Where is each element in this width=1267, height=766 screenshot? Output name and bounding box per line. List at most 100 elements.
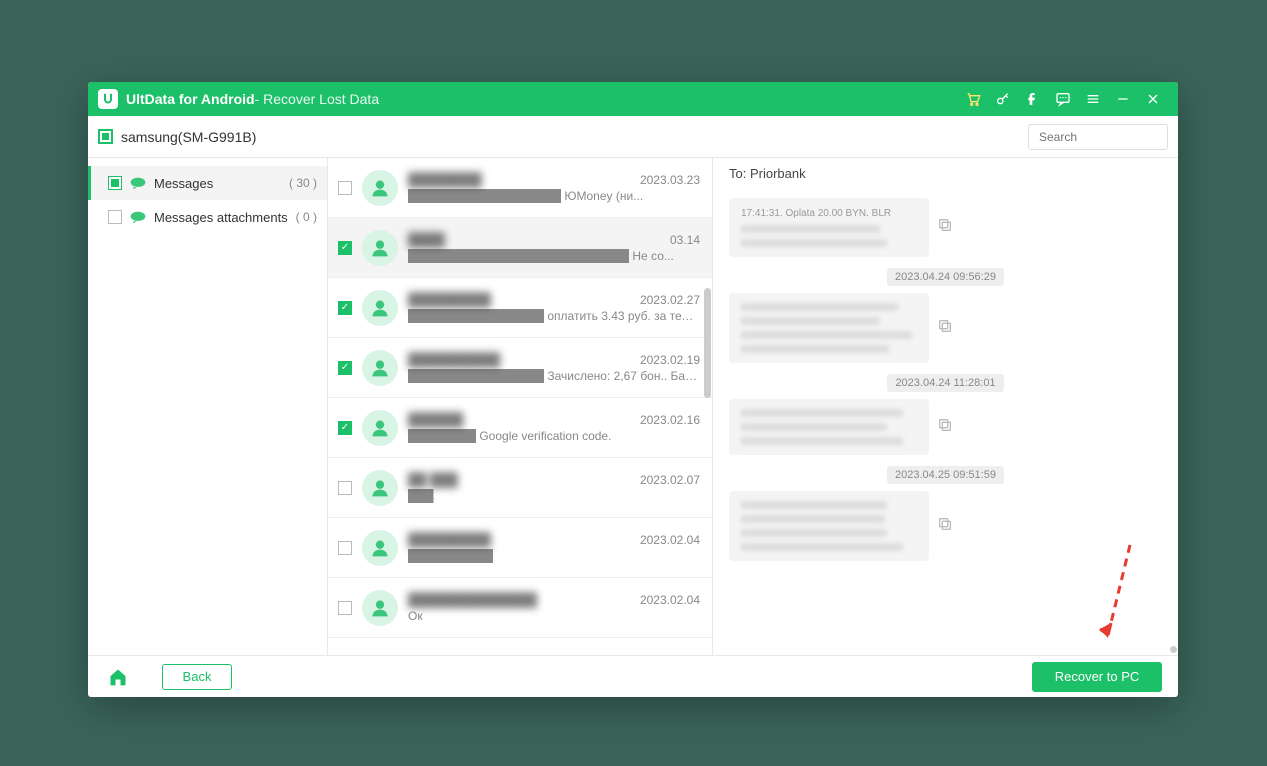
sidebar-label: Messages attachments: [154, 210, 296, 225]
sidebar-count: ( 30 ): [289, 176, 317, 190]
close-icon[interactable]: [1138, 84, 1168, 114]
conversation-item[interactable]: ██ ███ 2023.02.07 ███: [328, 458, 712, 518]
key-icon[interactable]: [988, 84, 1018, 114]
sidebar-label: Messages: [154, 176, 289, 191]
conversation-item[interactable]: ██████████████ 2023.02.04 Ок: [328, 578, 712, 638]
message-row: [729, 293, 1162, 363]
avatar-icon: [362, 290, 398, 326]
sidebar: Messages ( 30 ) Messages attachments ( 0…: [88, 158, 328, 655]
body: Messages ( 30 ) Messages attachments ( 0…: [88, 158, 1178, 655]
conversation-date: 2023.02.07: [640, 473, 700, 487]
avatar-icon: [362, 530, 398, 566]
copy-icon[interactable]: [937, 516, 953, 537]
conversation-item[interactable]: ██████████ 2023.02.19 ████████████████ Зач…: [328, 338, 712, 398]
footer: Back Recover to PC: [88, 655, 1178, 697]
sidebar-item-messages[interactable]: Messages ( 30 ): [88, 166, 327, 200]
device-name: samsung(SM-G991B): [121, 129, 256, 145]
message-row: 17:41:31. Oplata 20.00 BYN. BLR: [729, 198, 1162, 257]
conversation-item[interactable]: █████████ 2023.02.04 ██████████: [328, 518, 712, 578]
conversation-date: 2023.02.04: [640, 533, 700, 547]
copy-icon[interactable]: [937, 417, 953, 438]
conversation-checkbox[interactable]: [338, 421, 352, 435]
conversation-date: 03.14: [670, 233, 700, 247]
avatar-icon: [362, 230, 398, 266]
conversation-name: ██████: [408, 412, 463, 427]
conversation-preview: ██████████████████████████ Не со...: [408, 249, 700, 263]
minimize-icon[interactable]: [1108, 84, 1138, 114]
conversation-date: 2023.03.23: [640, 173, 700, 187]
chat-panel: To: Priorbank 17:41:31. Oplata 20.00 BYN…: [713, 158, 1178, 655]
message-row: [729, 399, 1162, 455]
conversation-list[interactable]: ████████ 2023.03.23 ██████████████████ ЮMo…: [328, 158, 713, 655]
conversation-name: █████████: [408, 292, 491, 307]
sidebar-count: ( 0 ): [296, 210, 317, 224]
conversation-checkbox[interactable]: [338, 481, 352, 495]
avatar-icon: [362, 590, 398, 626]
to-label: To:: [729, 166, 746, 181]
conversation-preview: ████████████████ Зачислено: 2,67 бон.. Б…: [408, 369, 700, 383]
chat-header: To: Priorbank: [713, 158, 1178, 190]
sidebar-checkbox[interactable]: [108, 176, 122, 190]
app-logo: [98, 89, 118, 109]
device-checkbox[interactable]: [98, 129, 113, 144]
conversation-preview: ██████████: [408, 549, 700, 563]
conversation-checkbox[interactable]: [338, 181, 352, 195]
copy-icon[interactable]: [937, 318, 953, 339]
avatar-icon: [362, 350, 398, 386]
search-box[interactable]: [1028, 124, 1168, 150]
conversation-item[interactable]: ████████ 2023.03.23 ██████████████████ ЮMo…: [328, 158, 712, 218]
back-button[interactable]: Back: [162, 664, 232, 690]
conversation-date: 2023.02.04: [640, 593, 700, 607]
message-bubble[interactable]: 17:41:31. Oplata 20.00 BYN. BLR: [729, 198, 929, 257]
conversation-checkbox[interactable]: [338, 361, 352, 375]
messages-icon: [130, 211, 146, 223]
conversation-name: ██████████: [408, 352, 500, 367]
message-bubble[interactable]: [729, 293, 929, 363]
avatar-icon: [362, 470, 398, 506]
facebook-icon[interactable]: [1018, 84, 1048, 114]
app-window: UltData for Android Recover Lost Data sa…: [88, 82, 1178, 697]
conversation-checkbox[interactable]: [338, 241, 352, 255]
message-bubble[interactable]: [729, 399, 929, 455]
home-button[interactable]: [104, 663, 132, 691]
sidebar-checkbox[interactable]: [108, 210, 122, 224]
conversation-name: ████████: [408, 172, 482, 187]
conversation-date: 2023.02.19: [640, 353, 700, 367]
conversation-name: █████████: [408, 532, 491, 547]
message-row: [729, 491, 1162, 561]
timestamp: 2023.04.25 09:51:59: [729, 465, 1162, 483]
conversation-preview: ██████████████████ ЮMoney (ни...: [408, 189, 700, 203]
cart-icon[interactable]: [958, 84, 988, 114]
search-input[interactable]: [1039, 130, 1178, 144]
avatar-icon: [362, 410, 398, 446]
conversation-preview: Ок: [408, 609, 700, 623]
conversation-item[interactable]: ██████ 2023.02.16 ████████ Google verifica…: [328, 398, 712, 458]
conversation-item[interactable]: ████ 03.14 ██████████████████████████ Не с…: [328, 218, 712, 278]
chat-recipient: Priorbank: [750, 166, 806, 181]
copy-icon[interactable]: [937, 217, 953, 238]
scrollbar-thumb[interactable]: [704, 288, 711, 398]
conversation-name: ██ ███: [408, 472, 458, 487]
avatar-icon: [362, 170, 398, 206]
scrollbar-thumb[interactable]: [1170, 646, 1177, 653]
timestamp: 2023.04.24 11:28:01: [729, 373, 1162, 391]
conversation-name: ████: [408, 232, 445, 247]
conversation-name: ██████████████: [408, 592, 537, 607]
message-bubble[interactable]: [729, 491, 929, 561]
sidebar-item-attachments[interactable]: Messages attachments ( 0 ): [88, 200, 327, 234]
timestamp: 2023.04.24 09:56:29: [729, 267, 1162, 285]
conversation-date: 2023.02.16: [640, 413, 700, 427]
feedback-icon[interactable]: [1048, 84, 1078, 114]
conversation-preview: ████████ Google verification code.: [408, 429, 700, 443]
conversation-preview: ███: [408, 489, 700, 503]
conversation-date: 2023.02.27: [640, 293, 700, 307]
recover-button[interactable]: Recover to PC: [1032, 662, 1162, 692]
app-title: UltData for Android: [126, 91, 255, 107]
conversation-checkbox[interactable]: [338, 541, 352, 555]
conversation-item[interactable]: █████████2023.02.27████████████████ опла…: [328, 278, 712, 338]
conversation-checkbox[interactable]: [338, 601, 352, 615]
menu-icon[interactable]: [1078, 84, 1108, 114]
chat-body[interactable]: 17:41:31. Oplata 20.00 BYN. BLR 2023.04.2…: [713, 190, 1178, 655]
conversation-checkbox[interactable]: [338, 301, 352, 315]
app-subtitle: Recover Lost Data: [255, 91, 380, 107]
